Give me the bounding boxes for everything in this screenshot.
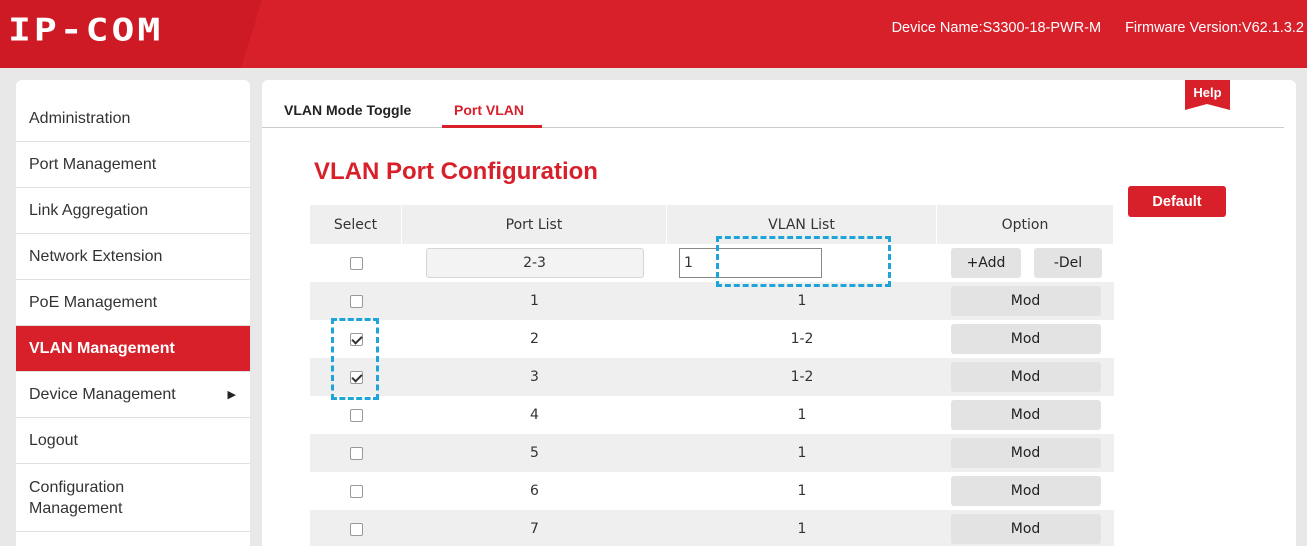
triangle-right-icon: ▶: [227, 389, 236, 401]
input-row: 2-3 1 +Add -Del: [310, 244, 1114, 282]
table-row: 4 1 Mod: [310, 396, 1114, 434]
mod-button[interactable]: Mod: [950, 362, 1101, 392]
vlan-list-cell: 1: [667, 244, 937, 282]
mod-button[interactable]: Mod: [950, 400, 1101, 430]
mod-button[interactable]: Mod: [950, 514, 1101, 544]
default-button[interactable]: Default: [1128, 186, 1226, 217]
table-header: Select Port List VLAN List Option: [310, 205, 1114, 244]
main-panel: VLAN Mode Toggle Port VLAN Help VLAN Por…: [262, 80, 1296, 546]
header-port-list: Port List: [402, 205, 667, 244]
row-checkbox[interactable]: [349, 370, 363, 384]
sidebar-item-label: PoE Management: [29, 293, 158, 311]
sidebar-item-link-aggregation[interactable]: Link Aggregation: [16, 188, 250, 234]
port-cell: 7: [530, 521, 539, 537]
select-cell: [310, 320, 402, 358]
sidebar-item-label: Device Management: [29, 385, 176, 403]
table-row: 5 1 Mod: [310, 434, 1114, 472]
row-checkbox[interactable]: [349, 446, 363, 460]
vlan-cell: 1-2: [790, 369, 814, 385]
option-cell: Mod: [937, 396, 1114, 434]
mod-button[interactable]: Mod: [950, 286, 1101, 316]
mod-button[interactable]: Mod: [950, 324, 1101, 354]
help-label: Help: [1193, 85, 1222, 100]
sidebar-item-logout[interactable]: Logout: [16, 418, 250, 464]
sidebar-item-port-management[interactable]: Port Management: [16, 142, 250, 188]
select-cell: [310, 358, 402, 396]
sidebar-item-label: Network Extension: [29, 247, 163, 265]
sidebar-item-label: Port Management: [29, 155, 157, 173]
sidebar-item-label: VLAN Management: [29, 339, 175, 357]
option-cell: +Add -Del: [937, 244, 1114, 282]
device-info: Device Name:S3300-18-PWR-M Firmware Vers…: [892, 20, 1304, 36]
mod-button[interactable]: Mod: [950, 438, 1101, 468]
sidebar-item-label: Logout: [29, 431, 78, 449]
table-row: 1 1 Mod: [310, 282, 1114, 320]
port-cell: 3: [530, 369, 539, 385]
table-row: 3 1-2 Mod: [310, 358, 1114, 396]
port-cell: 5: [530, 445, 539, 461]
tab-vlan-mode-toggle[interactable]: VLAN Mode Toggle: [284, 102, 411, 118]
sidebar-item-administration[interactable]: Administration: [16, 96, 250, 142]
option-cell: Mod: [937, 320, 1114, 358]
option-cell: Mod: [937, 472, 1114, 510]
firmware-version: Firmware Version:V62.1.3.2: [1125, 20, 1304, 36]
select-all-checkbox[interactable]: [349, 256, 363, 270]
vlan-list-input[interactable]: 1: [679, 248, 822, 278]
vlan-cell: 1: [797, 483, 807, 499]
active-tab-indicator: [442, 125, 542, 128]
select-cell: [310, 396, 402, 434]
row-checkbox[interactable]: [349, 408, 363, 422]
row-checkbox[interactable]: [349, 294, 363, 308]
sidebar: Administration Port Management Link Aggr…: [16, 80, 250, 546]
tab-bar: VLAN Mode Toggle Port VLAN: [262, 80, 1284, 128]
row-checkbox[interactable]: [349, 484, 363, 498]
vlan-cell: 1: [797, 445, 807, 461]
logo-text: IP-COM: [8, 11, 164, 49]
select-cell: [310, 244, 402, 282]
sidebar-item-label: Configuration Management: [29, 478, 125, 517]
select-cell: [310, 434, 402, 472]
port-cell: 2: [530, 331, 539, 347]
page-title: VLAN Port Configuration: [314, 158, 598, 185]
port-cell: 4: [530, 407, 539, 423]
row-checkbox[interactable]: [349, 522, 363, 536]
header-select: Select: [310, 205, 402, 244]
tab-port-vlan[interactable]: Port VLAN: [454, 102, 524, 118]
sidebar-item-vlan-management[interactable]: VLAN Management: [16, 326, 250, 372]
select-cell: [310, 472, 402, 510]
table-row: 7 1 Mod: [310, 510, 1114, 546]
device-name: Device Name:S3300-18-PWR-M: [891, 20, 1102, 36]
option-cell: Mod: [937, 358, 1114, 396]
sidebar-item-network-extension[interactable]: Network Extension: [16, 234, 250, 280]
port-cell: 1: [530, 293, 539, 309]
vlan-cell: 1: [797, 293, 807, 309]
sidebar-item-label: Link Aggregation: [29, 201, 149, 219]
table-row: 6 1 Mod: [310, 472, 1114, 510]
header-option: Option: [937, 205, 1114, 244]
sidebar-item-poe-management[interactable]: PoE Management: [16, 280, 250, 326]
option-cell: Mod: [937, 434, 1114, 472]
top-header: IP-COM Device Name:S3300-18-PWR-M Firmwa…: [0, 0, 1307, 68]
port-list-cell: 2-3: [402, 244, 667, 282]
select-cell: [310, 510, 402, 546]
row-checkbox[interactable]: [349, 332, 363, 346]
table-row: 2 1-2 Mod: [310, 320, 1114, 358]
sidebar-item-configuration-management[interactable]: Configuration Management: [16, 464, 250, 532]
header-vlan-list: VLAN List: [667, 205, 937, 244]
option-cell: Mod: [937, 510, 1114, 546]
add-button[interactable]: +Add: [951, 248, 1021, 278]
vlan-cell: 1: [797, 407, 807, 423]
option-cell: Mod: [937, 282, 1114, 320]
sidebar-item-label: Administration: [29, 109, 131, 127]
help-button[interactable]: Help: [1185, 80, 1230, 110]
port-cell: 6: [530, 483, 539, 499]
sidebar-item-device-management[interactable]: Device Management ▶: [16, 372, 250, 418]
delete-button[interactable]: -Del: [1034, 248, 1102, 278]
vlan-cell: 1-2: [790, 331, 814, 347]
select-cell: [310, 282, 402, 320]
port-list-field[interactable]: 2-3: [425, 248, 644, 278]
logo: IP-COM: [8, 10, 163, 50]
mod-button[interactable]: Mod: [950, 476, 1101, 506]
vlan-cell: 1: [797, 521, 807, 537]
